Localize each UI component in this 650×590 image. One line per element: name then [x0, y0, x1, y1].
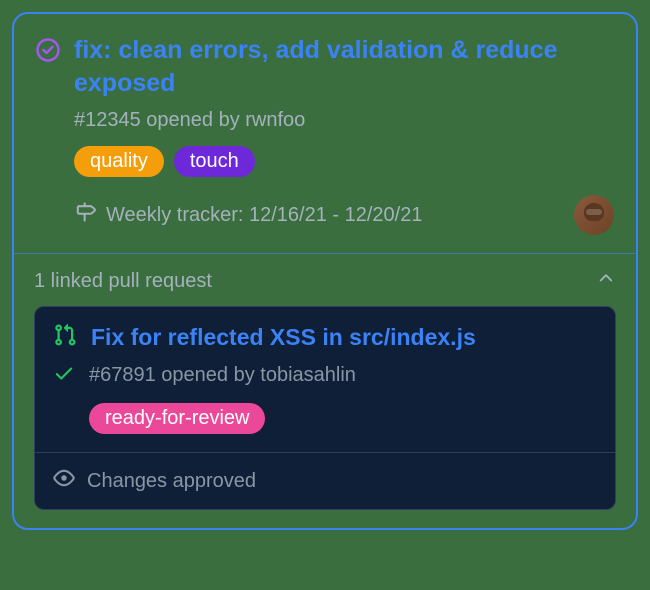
- chevron-up-icon: [596, 268, 616, 294]
- issue-meta: #12345 opened by rwnfoo: [74, 109, 614, 132]
- git-pull-request-icon: [53, 323, 77, 352]
- avatar[interactable]: [574, 195, 614, 235]
- pr-labels: ready-for-review: [89, 403, 597, 434]
- label-quality[interactable]: quality: [74, 146, 164, 177]
- pr-card: Fix for reflected XSS in src/index.js #6…: [34, 306, 616, 510]
- linked-prs-toggle[interactable]: 1 linked pull request: [34, 268, 616, 306]
- milestone-row: Weekly tracker: 12/16/21 - 12/20/21: [74, 195, 614, 235]
- pr-meta: #67891 opened by tobiasahlin: [89, 364, 356, 387]
- milestone[interactable]: Weekly tracker: 12/16/21 - 12/20/21: [74, 201, 422, 229]
- issue-body: #12345 opened by rwnfoo quality touch We…: [74, 109, 614, 235]
- issue-labels: quality touch: [74, 146, 614, 177]
- pr-review-status: Changes approved: [87, 470, 256, 493]
- issue-open-icon: [36, 38, 60, 67]
- issue-card: fix: clean errors, add validation & redu…: [12, 12, 638, 530]
- divider: [14, 253, 636, 254]
- pr-header: Fix for reflected XSS in src/index.js: [53, 323, 597, 352]
- pr-footer: Changes approved: [35, 452, 615, 509]
- eye-icon: [53, 467, 75, 495]
- issue-title-wrap: fix: clean errors, add validation & redu…: [74, 34, 614, 99]
- issue-header: fix: clean errors, add validation & redu…: [36, 34, 614, 99]
- label-touch[interactable]: touch: [174, 146, 255, 177]
- pr-body: Fix for reflected XSS in src/index.js #6…: [35, 307, 615, 452]
- issue-section: fix: clean errors, add validation & redu…: [14, 14, 636, 253]
- pr-meta-row: #67891 opened by tobiasahlin: [53, 362, 597, 389]
- pr-title[interactable]: Fix for reflected XSS in src/index.js: [91, 324, 476, 351]
- check-icon: [53, 362, 75, 389]
- milestone-text: Weekly tracker: 12/16/21 - 12/20/21: [106, 204, 422, 227]
- milestone-icon: [74, 201, 96, 229]
- linked-section: 1 linked pull request Fix for reflected …: [14, 254, 636, 528]
- linked-header-text: 1 linked pull request: [34, 270, 212, 293]
- issue-title[interactable]: fix: clean errors, add validation & redu…: [74, 34, 614, 99]
- label-ready-for-review[interactable]: ready-for-review: [89, 403, 265, 434]
